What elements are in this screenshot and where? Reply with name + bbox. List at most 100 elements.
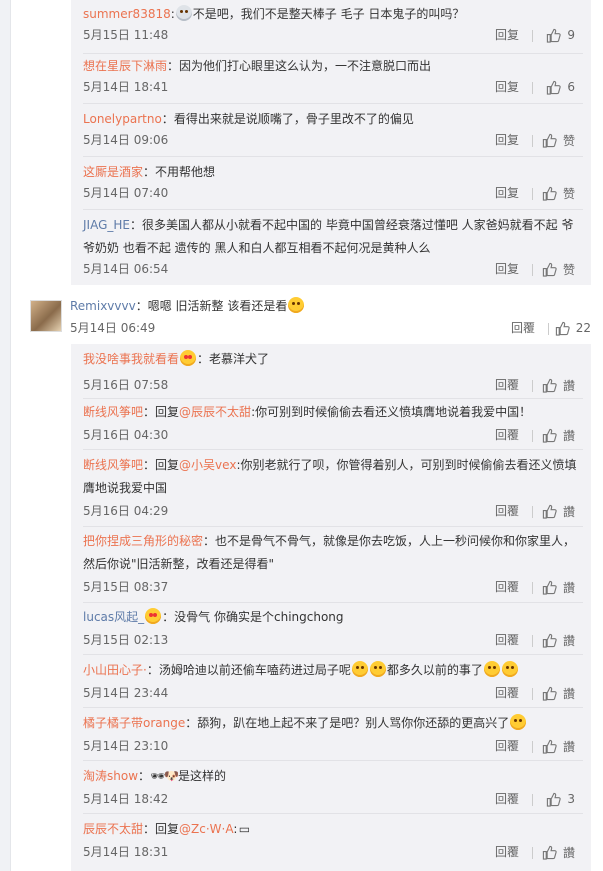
comment-time: 5月14日 23:10 (83, 739, 169, 753)
mention-link[interactable]: @辰辰不太甜 (179, 405, 251, 419)
like-button[interactable]: 赞 (542, 183, 575, 203)
divider (532, 30, 533, 42)
comment-username[interactable]: 淘涛show (83, 769, 138, 783)
main-comment: Remixvvvv：嗯嗯 旧活新整 该看还是看 5月14日 06:49 回覆 2… (30, 296, 595, 340)
reply-button[interactable]: 回覆 (495, 789, 519, 809)
comment-username[interactable]: lucas风起_ (83, 610, 144, 624)
like-button[interactable]: 讚 (542, 683, 575, 703)
divider (83, 813, 583, 814)
like-count: 讚 (562, 845, 575, 860)
comment-username[interactable]: 想在星辰下淋雨 (83, 59, 167, 73)
reply-prefix: 回复 (155, 458, 180, 472)
reply-button[interactable]: 回复 (495, 259, 519, 279)
like-button[interactable]: 讚 (542, 630, 575, 650)
rectangle-icon: ▭ (238, 822, 251, 836)
reply-button[interactable]: 回复 (495, 77, 519, 97)
comment-username[interactable]: 小山田心子· (83, 663, 147, 677)
comment-username[interactable]: 把你捏成三角形的秘密 (83, 534, 203, 548)
comment-username[interactable]: 断线风筝吧 (83, 405, 143, 419)
reply-button[interactable]: 回覆 (495, 630, 519, 650)
comment-username[interactable]: summer83818 (83, 7, 171, 21)
like-button[interactable]: 6 (546, 77, 575, 97)
comment-time: 5月16日 07:58 (83, 378, 169, 392)
like-count: 赞 (562, 133, 575, 148)
like-count: 讚 (562, 580, 575, 595)
comment-time: 5月14日 18:42 (83, 792, 169, 806)
divider (532, 430, 533, 442)
divider (532, 135, 533, 147)
comment-username[interactable]: Remixvvvv (70, 299, 136, 313)
thumbs-up-icon (555, 321, 570, 336)
comment-time: 5月14日 06:49 (70, 321, 156, 335)
mention-link[interactable]: @Zc·W·A (179, 822, 233, 836)
reply-button[interactable]: 回复 (495, 183, 519, 203)
like-button[interactable]: 讚 (542, 842, 575, 862)
thumbs-up-icon (546, 28, 562, 43)
like-count: 讚 (562, 504, 575, 519)
avatar[interactable] (30, 300, 62, 332)
sub-comment-box: 我没啥事我就看看 ：老慕洋犬了 5月16日 07:58 回覆 讚 断线风筝吧：回复… (71, 344, 591, 871)
comment-time: 5月15日 08:37 (83, 580, 169, 594)
comment-text-continued: 都多久以前的事了 (386, 663, 483, 677)
cat-emoji-icon (288, 297, 305, 313)
divider (83, 707, 583, 708)
comment-username[interactable]: 我没啥事我就看看 (83, 352, 179, 366)
like-button[interactable]: 讚 (542, 501, 575, 521)
divider (548, 323, 549, 335)
divider (532, 82, 533, 94)
reply-button[interactable]: 回覆 (495, 375, 519, 395)
reply-button[interactable]: 回覆 (495, 683, 519, 703)
like-count: 讚 (562, 739, 575, 754)
like-button[interactable]: 赞 (542, 130, 575, 150)
like-count: 讚 (562, 633, 575, 648)
thumbs-up-icon (542, 845, 557, 860)
thumbs-up-icon (542, 428, 557, 443)
reply-button[interactable]: 回覆 (495, 577, 519, 597)
like-button[interactable]: 讚 (542, 375, 575, 395)
comment-text: 舔狗，趴在地上起不来了是吧？别人骂你你还舔的更高兴了 (197, 716, 510, 730)
comment-text: 不用帮他想 (155, 165, 216, 179)
like-button[interactable]: 赞 (542, 259, 575, 279)
like-count: 3 (567, 792, 575, 806)
divider (83, 53, 583, 54)
divider (532, 847, 533, 859)
comment-username[interactable]: JIAG_HE (83, 218, 130, 232)
comment-username[interactable]: 这厮是酒家 (83, 165, 143, 179)
like-button[interactable]: 3 (546, 789, 575, 809)
reply-button[interactable]: 回覆 (495, 842, 519, 862)
mention-link[interactable]: @小吴vex (179, 458, 236, 472)
comment-time: 5月16日 04:29 (83, 504, 169, 518)
reply-button[interactable]: 回复 (495, 130, 519, 150)
reply-button[interactable]: 回覆 (495, 736, 519, 756)
like-count: 赞 (562, 186, 575, 201)
comment-username[interactable]: 辰辰不太甜 (83, 822, 143, 836)
thumbs-up-icon (546, 792, 562, 807)
like-button[interactable]: 讚 (542, 577, 575, 597)
reply-button[interactable]: 回覆 (495, 501, 519, 521)
like-button[interactable]: 22 (555, 318, 591, 338)
divider (83, 398, 583, 399)
like-button[interactable]: 讚 (542, 736, 575, 756)
comment-username[interactable]: 橘子橘子带orange (83, 716, 185, 730)
comment-text: 老慕洋犬了 (209, 352, 270, 366)
thumbs-up-icon (542, 504, 557, 519)
reply-prefix: 回复 (155, 822, 180, 836)
reply-button[interactable]: 回覆 (495, 425, 519, 445)
divider (532, 794, 533, 806)
like-button[interactable]: 讚 (542, 425, 575, 445)
comment-text: 汤姆哈迪以前还偷车嗑药进过局子呢 (158, 663, 351, 677)
comment-time: 5月15日 02:13 (83, 633, 169, 647)
reply-button[interactable]: 回覆 (511, 318, 535, 338)
like-button[interactable]: 9 (546, 25, 575, 45)
shocked-emoji-icon (510, 714, 527, 730)
comment-username[interactable]: Lonelypartno (83, 112, 162, 126)
divider (532, 264, 533, 276)
comment-text: 看得出来就是说顺嘴了，骨子里改不了的偏见 (173, 112, 414, 126)
reply-button[interactable]: 回复 (495, 25, 519, 45)
comment-text: 因为他们打心眼里这么认为，一不注意脱口而出 (179, 59, 432, 73)
like-count: 9 (567, 28, 575, 42)
heart-eyes-emoji-icon (145, 608, 162, 624)
divider (532, 635, 533, 647)
thumbs-up-icon (542, 580, 557, 595)
comment-username[interactable]: 断线风筝吧 (83, 458, 143, 472)
